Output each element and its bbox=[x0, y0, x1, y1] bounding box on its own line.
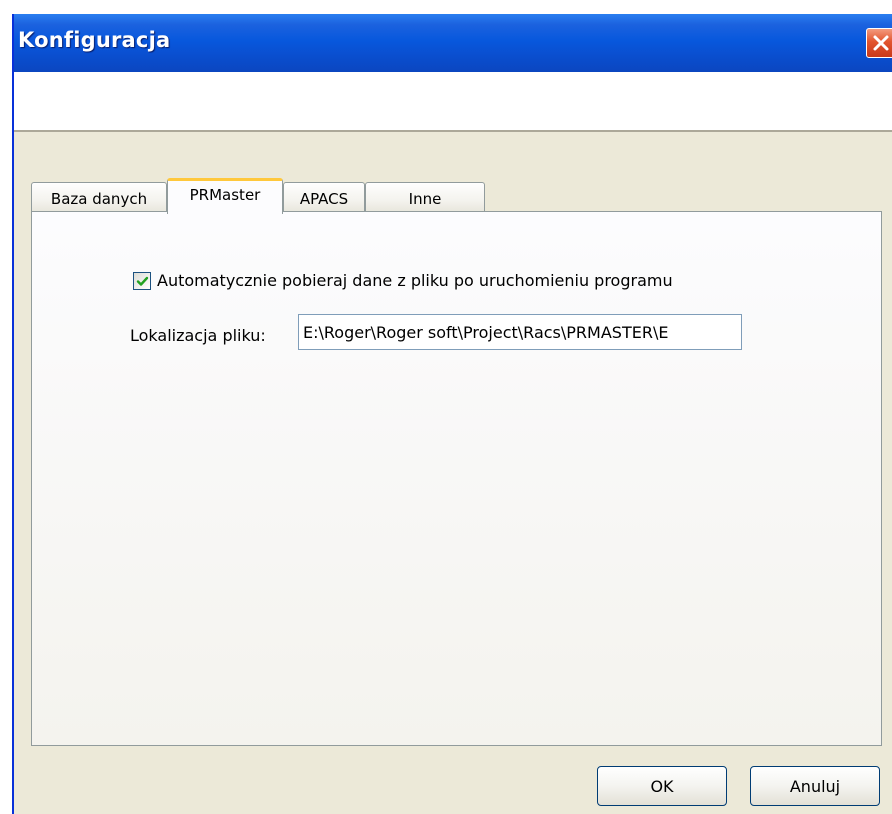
checkmark-icon bbox=[136, 276, 149, 286]
tab-label: Baza danych bbox=[50, 190, 148, 208]
file-location-field[interactable]: E:\Roger\Roger soft\Project\Racs\PRMASTE… bbox=[298, 314, 742, 350]
cancel-button[interactable]: Anuluj bbox=[750, 766, 880, 806]
file-location-label: Lokalizacja pliku: bbox=[130, 326, 266, 345]
tab-inne[interactable]: Inne bbox=[365, 182, 485, 212]
tab-baza-danych[interactable]: Baza danych bbox=[31, 182, 167, 212]
tab-prmaster[interactable]: PRMaster bbox=[167, 178, 283, 214]
dialog-header-area bbox=[14, 72, 892, 132]
auto-load-checkbox[interactable] bbox=[133, 272, 151, 290]
tab-label: APACS bbox=[299, 190, 349, 208]
config-window: Konfiguracja Baza danych PRMaster APACS … bbox=[12, 14, 892, 814]
tab-label: Inne bbox=[408, 190, 442, 208]
close-icon bbox=[873, 35, 889, 51]
auto-load-label: Automatycznie pobieraj dane z pliku po u… bbox=[157, 271, 673, 290]
window-title: Konfiguracja bbox=[18, 28, 171, 52]
ok-button[interactable]: OK bbox=[597, 766, 727, 806]
prmaster-tab-panel: Automatycznie pobieraj dane z pliku po u… bbox=[31, 211, 882, 746]
close-button[interactable] bbox=[866, 28, 892, 58]
tab-apacs[interactable]: APACS bbox=[283, 182, 365, 212]
tab-label: PRMaster bbox=[189, 186, 261, 204]
title-bar[interactable]: Konfiguracja bbox=[14, 14, 892, 72]
